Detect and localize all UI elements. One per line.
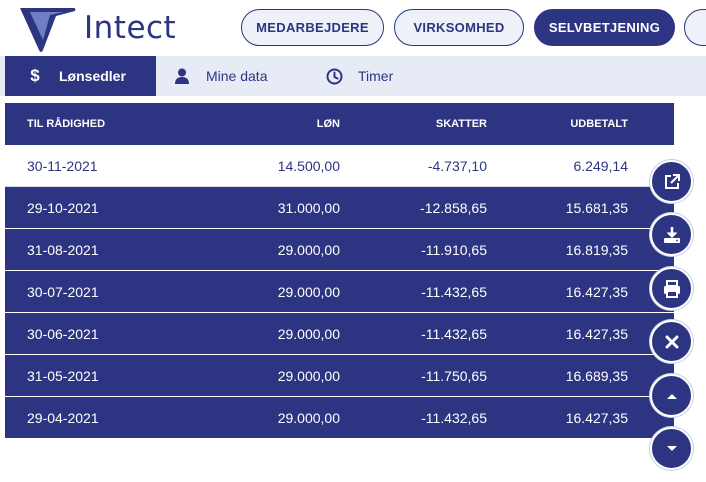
top-bar: Intect MEDARBEJDERE VIRKSOMHED SELVBETJE… <box>0 0 706 56</box>
cell-udbetalt: 15.681,35 <box>565 200 628 216</box>
cell-lon: 29.000,00 <box>277 326 340 342</box>
cell-udbetalt: 16.427,35 <box>565 326 628 342</box>
intect-logo <box>20 8 76 52</box>
header-lon[interactable]: LØN <box>317 103 340 145</box>
table-row[interactable]: 31-08-2021 29.000,00 -11.910,65 16.819,3… <box>5 229 674 271</box>
header-udbetalt[interactable]: UDBETALT <box>570 103 628 145</box>
table-header: TIL RÅDIGHED LØN SKATTER UDBETALT <box>5 103 674 145</box>
cell-skatter: -12.858,65 <box>420 200 487 216</box>
cell-date: 30-11-2021 <box>27 158 98 174</box>
print-icon <box>663 279 680 298</box>
arrow-down-icon <box>666 445 677 451</box>
tab-timer-label: Timer <box>358 68 394 84</box>
cell-skatter: -11.432,65 <box>421 284 487 300</box>
table-row[interactable]: 29-04-2021 29.000,00 -11.432,65 16.427,3… <box>5 397 674 439</box>
scroll-up-button[interactable] <box>650 374 693 417</box>
external-link-icon <box>664 173 680 189</box>
tab-timer[interactable]: Timer <box>324 56 424 96</box>
tab-lonsedler-label: Lønsedler <box>59 68 126 84</box>
cell-lon: 29.000,00 <box>277 410 340 426</box>
table-row[interactable]: 30-06-2021 29.000,00 -11.432,65 16.427,3… <box>5 313 674 355</box>
download-icon <box>663 226 680 243</box>
nav-selvbetjening-button[interactable]: SELVBETJENING <box>534 9 675 46</box>
cell-lon: 29.000,00 <box>277 242 340 258</box>
close-icon <box>665 335 678 348</box>
cell-udbetalt: 16.427,35 <box>565 410 628 426</box>
cell-lon: 29.000,00 <box>277 368 340 384</box>
cell-udbetalt: 6.249,14 <box>573 158 629 174</box>
table-row[interactable]: 29-10-2021 31.000,00 -12.858,65 15.681,3… <box>5 187 674 229</box>
brand-name: Intect <box>84 10 177 46</box>
cell-udbetalt: 16.689,35 <box>565 368 628 384</box>
sub-navigation: $ Lønsedler Mine data Timer <box>0 56 706 96</box>
header-skatter[interactable]: SKATTER <box>436 103 487 145</box>
tab-mine-data[interactable]: Mine data <box>172 56 302 96</box>
payslip-table: TIL RÅDIGHED LØN SKATTER UDBETALT 30-11-… <box>5 103 674 439</box>
cell-udbetalt: 16.427,35 <box>565 284 628 300</box>
header-til-radighed[interactable]: TIL RÅDIGHED <box>27 103 105 145</box>
download-button[interactable] <box>650 213 693 256</box>
dollar-icon: $ <box>30 66 40 85</box>
cell-lon: 29.000,00 <box>277 284 340 300</box>
nav-medarbejdere-button[interactable]: MEDARBEJDERE <box>241 9 384 46</box>
cell-lon: 14.500,00 <box>277 158 340 174</box>
cell-skatter: -11.910,65 <box>421 242 487 258</box>
cell-skatter: -4.737,10 <box>427 158 487 174</box>
cell-date: 30-06-2021 <box>27 326 99 342</box>
clock-icon <box>324 68 344 85</box>
cell-date: 30-07-2021 <box>27 284 99 300</box>
print-button[interactable] <box>650 267 693 310</box>
cell-skatter: -11.432,65 <box>421 326 487 342</box>
cell-skatter: -11.432,65 <box>421 410 487 426</box>
cell-date: 31-05-2021 <box>27 368 99 384</box>
tab-lonsedler[interactable]: $ Lønsedler <box>5 56 156 96</box>
open-external-button[interactable] <box>650 160 693 203</box>
cell-udbetalt: 16.819,35 <box>565 242 628 258</box>
scroll-down-button[interactable] <box>650 427 693 470</box>
arrow-up-icon <box>666 393 677 399</box>
table-row[interactable]: 30-11-2021 14.500,00 -4.737,10 6.249,14 <box>5 145 674 187</box>
cell-skatter: -11.750,65 <box>421 368 487 384</box>
close-button[interactable] <box>650 320 693 363</box>
cell-date: 31-08-2021 <box>27 242 99 258</box>
user-icon <box>172 68 192 84</box>
cell-date: 29-04-2021 <box>27 410 99 426</box>
tab-mine-data-label: Mine data <box>206 68 268 84</box>
nav-virksomhed-button[interactable]: VIRKSOMHED <box>394 9 524 46</box>
table-row[interactable]: 31-05-2021 29.000,00 -11.750,65 16.689,3… <box>5 355 674 397</box>
cell-date: 29-10-2021 <box>27 200 99 216</box>
cell-lon: 31.000,00 <box>277 200 340 216</box>
nav-more-button[interactable] <box>684 9 706 46</box>
table-row[interactable]: 30-07-2021 29.000,00 -11.432,65 16.427,3… <box>5 271 674 313</box>
